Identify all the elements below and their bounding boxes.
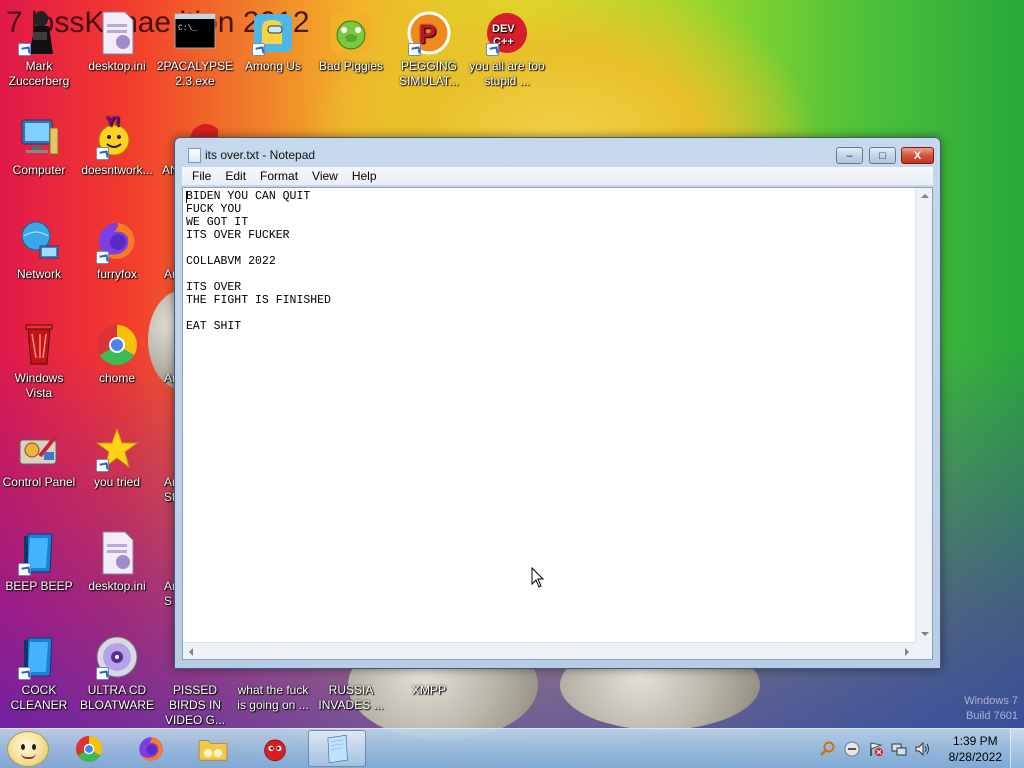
yahoo-icon: Y!: [94, 114, 140, 160]
menu-help[interactable]: Help: [345, 169, 384, 183]
desktop-icon-beep-beep[interactable]: BEEP BEEP: [0, 530, 78, 594]
blue-book-icon: [16, 530, 62, 576]
among-us-icon: [250, 10, 296, 56]
devcpp-icon: DEV C++: [484, 10, 530, 56]
scroll-right-icon[interactable]: [905, 648, 909, 656]
desktop-icon-an-4[interactable]: An St: [156, 426, 176, 505]
vertical-scrollbar[interactable]: [915, 188, 932, 642]
show-desktop-button[interactable]: [1010, 729, 1024, 768]
network-icon: [16, 218, 62, 264]
action-center-flag-icon[interactable]: [868, 741, 884, 757]
svg-text:P: P: [419, 19, 436, 49]
desktop-icon-mark-zuccerberg[interactable]: Mark Zuccerberg: [0, 10, 78, 89]
notepad-titlebar[interactable]: its over.txt - Notepad – □ X: [175, 138, 940, 170]
folder-icon: [198, 739, 228, 760]
console-icon: C:\_: [172, 10, 218, 56]
menu-format[interactable]: Format: [253, 169, 305, 183]
taskbar-chrome[interactable]: [60, 730, 118, 767]
desktop-icon-ultra-cd-bloatware[interactable]: ULTRA CD BLOATWARE: [78, 634, 156, 713]
document-text[interactable]: BIDEN YOU CAN QUIT FUCK YOU WE GOT IT IT…: [186, 190, 912, 641]
p-icon: P: [406, 10, 452, 56]
windows-watermark: Windows 7 Build 7601: [964, 695, 1018, 722]
desktop-icon-furryfox[interactable]: furryfox: [78, 218, 156, 282]
settings-file-icon: [94, 530, 140, 576]
volume-icon[interactable]: [914, 741, 930, 757]
text-editor[interactable]: BIDEN YOU CAN QUIT FUCK YOU WE GOT IT IT…: [182, 187, 933, 660]
close-button[interactable]: X: [901, 147, 934, 164]
horizontal-scrollbar[interactable]: [183, 642, 915, 659]
minus-circle-icon[interactable]: [844, 741, 860, 757]
desktop-icon-desktop-ini-1[interactable]: desktop.ini: [78, 10, 156, 74]
menu-view[interactable]: View: [305, 169, 345, 183]
desktop-icon-control-panel[interactable]: Control Panel: [0, 426, 78, 490]
text-caret: [186, 191, 187, 203]
desktop-icon-desktop-ini-2[interactable]: desktop.ini: [78, 530, 156, 594]
minimize-button[interactable]: –: [836, 147, 863, 164]
red-bird-icon: [264, 739, 286, 761]
taskbar-red-app[interactable]: [246, 730, 304, 767]
desktop-icon-windows-vista[interactable]: Windows Vista: [0, 322, 78, 401]
desktop-icon-bad-piggies[interactable]: Bad Piggies: [312, 10, 390, 74]
menu-bar: File Edit Format View Help: [182, 167, 933, 186]
figure-icon: [16, 10, 62, 56]
desktop-icon-2pacalypse[interactable]: C:\_ 2PACALYPSE 2.3.exe: [156, 10, 234, 89]
start-button[interactable]: [7, 731, 49, 767]
taskbar-firefox[interactable]: [122, 730, 180, 767]
taskbar-explorer[interactable]: [184, 730, 242, 767]
firefox-icon: [139, 736, 163, 761]
clock-date: 8/28/2022: [948, 750, 1002, 764]
desktop-icon-doesntwork[interactable]: Y! doesntwork...: [78, 114, 156, 178]
notepad-icon: [188, 148, 201, 163]
scroll-up-icon[interactable]: [921, 194, 929, 198]
firefox-icon: [94, 218, 140, 264]
computer-icon: [16, 114, 62, 160]
desktop-icon-an-2[interactable]: An: [156, 218, 176, 282]
control-panel-icon: [16, 426, 62, 472]
desktop-icon-among-us[interactable]: Among Us: [234, 10, 312, 74]
desktop-icon-you-tried[interactable]: you tried: [78, 426, 156, 490]
taskbar-notepad[interactable]: [308, 730, 366, 767]
mouse-cursor-icon: [531, 567, 545, 588]
star-icon: [94, 426, 140, 472]
size-grip[interactable]: [915, 642, 932, 659]
blue-book-icon: [16, 634, 62, 680]
window-title: its over.txt - Notepad: [205, 148, 316, 162]
network-tray-icon[interactable]: [891, 741, 907, 757]
taskbar: 1:39 PM 8/28/2022: [0, 728, 1024, 768]
svg-text:DEV: DEV: [492, 23, 515, 35]
svg-text:Y!: Y!: [106, 114, 120, 129]
desktop-icon-an-3[interactable]: An: [156, 322, 176, 386]
menu-edit[interactable]: Edit: [218, 169, 253, 183]
desktop-icon-chome[interactable]: chome: [78, 322, 156, 386]
chrome-icon: [75, 735, 103, 762]
scroll-down-icon[interactable]: [921, 632, 929, 636]
pig-icon: [328, 10, 374, 56]
search-icon[interactable]: [820, 741, 836, 757]
desktop-icon-you-all-are-too-stupid[interactable]: DEV C++ you all are too stupid ...: [468, 10, 546, 89]
maximize-button[interactable]: □: [869, 147, 896, 164]
desktop-icon-network[interactable]: Network: [0, 218, 78, 282]
recycle-bin-icon: [16, 322, 62, 368]
desktop-icon-pegging-simulator[interactable]: P PEGGING SIMULAT...: [390, 10, 468, 89]
cd-icon: [94, 634, 140, 680]
desktop-icon-computer[interactable]: Computer: [0, 114, 78, 178]
svg-text:C:\_: C:\_: [178, 24, 197, 33]
clock-time: 1:39 PM: [952, 734, 998, 748]
desktop-icon-cock-cleaner[interactable]: COCK CLEANER: [0, 634, 78, 713]
scroll-left-icon[interactable]: [189, 648, 193, 656]
menu-file[interactable]: File: [185, 169, 218, 183]
chrome-icon: [94, 322, 140, 368]
system-clock[interactable]: 1:39 PM 8/28/2022: [949, 733, 1002, 765]
desktop-icon-an-5[interactable]: An S: [156, 530, 176, 609]
settings-file-icon: [94, 10, 140, 56]
notepad-icon: [327, 734, 348, 763]
notepad-window[interactable]: its over.txt - Notepad – □ X File Edit F…: [174, 137, 941, 669]
